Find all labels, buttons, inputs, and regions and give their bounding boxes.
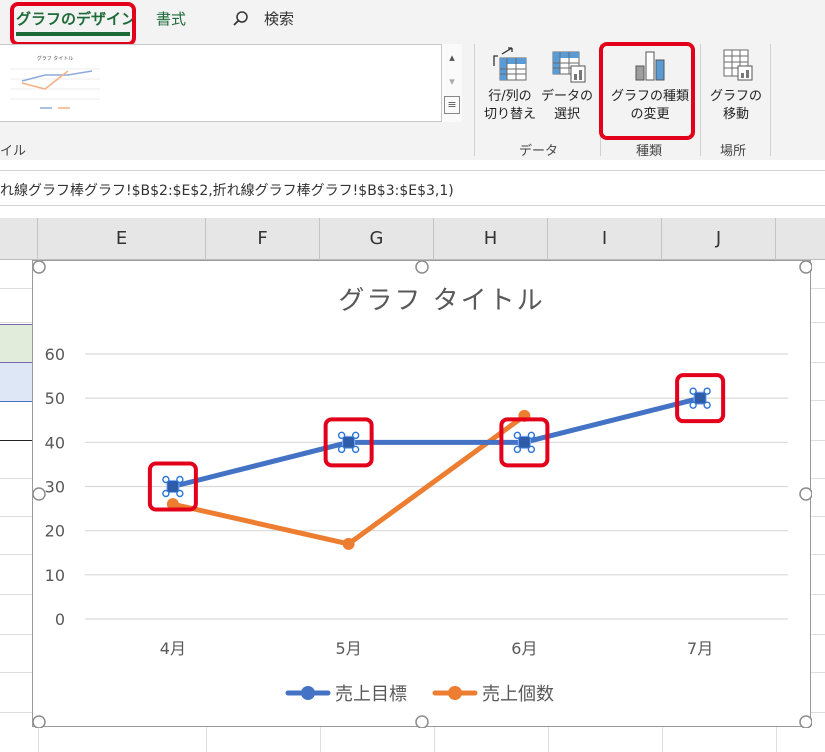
select-data-icon xyxy=(552,51,586,83)
column-header-e[interactable]: E xyxy=(38,218,206,260)
y-tick-label: 0 xyxy=(55,610,65,629)
y-tick-label: 50 xyxy=(45,389,65,408)
data-point-series-1[interactable] xyxy=(342,435,356,449)
column-header-g[interactable]: G xyxy=(320,218,434,260)
move-chart-button[interactable]: グラフの 移動 xyxy=(706,44,766,124)
group-label-data: データ xyxy=(519,144,559,159)
group-separator xyxy=(700,44,701,156)
legend-marker-series-1[interactable] xyxy=(301,686,315,700)
column-header-h[interactable]: H xyxy=(434,218,548,260)
x-tick-label: 5月 xyxy=(336,639,362,658)
selection-handle[interactable] xyxy=(337,445,346,454)
y-tick-label: 30 xyxy=(45,478,65,497)
gallery-scrollbar[interactable]: ▴ ▾ ≡ xyxy=(441,44,462,122)
ribbon: グラフのデザイン 書式 検索 グラフ タイトル ▴ ▾ ≡ イル 行/列の 切り… xyxy=(0,0,825,160)
selection-handle[interactable] xyxy=(176,489,184,498)
column-header-f[interactable]: F xyxy=(206,218,320,260)
chart-style-gallery[interactable]: グラフ タイトル xyxy=(0,44,462,122)
selection-handle[interactable] xyxy=(689,401,697,409)
line-chart[interactable]: グラフ タイトル 0 10 20 30 40 50 60 4月 5月 6月 7月売上目標 売上個数 xyxy=(32,260,812,728)
select-data-label-2: 選択 xyxy=(553,107,580,122)
group-label-location: 場所 xyxy=(720,144,747,159)
column-header-d[interactable] xyxy=(0,218,38,260)
selection-handle[interactable] xyxy=(527,445,536,454)
selection-handle[interactable] xyxy=(703,387,711,395)
gallery-more-icon[interactable]: ≡ xyxy=(444,96,460,114)
selection-handle[interactable] xyxy=(513,431,522,440)
switch-row-column-label-2: 切り替え xyxy=(483,107,536,122)
tab-search[interactable]: 検索 xyxy=(264,8,294,29)
column-header-k[interactable] xyxy=(776,218,825,260)
select-data-button[interactable]: データの 選択 xyxy=(539,44,595,124)
gallery-scroll-down-icon[interactable]: ▾ xyxy=(444,72,460,92)
selection-handle[interactable] xyxy=(351,445,360,454)
column-header-i[interactable]: I xyxy=(548,218,662,260)
selection-handle[interactable] xyxy=(162,475,170,484)
chart-resize-handle[interactable] xyxy=(33,715,46,728)
chart-resize-handle[interactable] xyxy=(799,487,812,501)
x-tick-label: 4月 xyxy=(160,639,186,658)
switch-row-column-icon xyxy=(493,47,527,81)
y-tick-label: 20 xyxy=(45,522,65,541)
tab-format[interactable]: 書式 xyxy=(156,8,186,29)
series-line-2[interactable] xyxy=(170,413,527,547)
y-tick-label: 40 xyxy=(45,433,65,452)
data-point-series-1[interactable] xyxy=(166,480,180,493)
switch-row-column-label-1: 行/列の xyxy=(488,89,532,104)
group-label-type: 種類 xyxy=(636,144,663,159)
move-chart-label-2: 移動 xyxy=(722,107,749,122)
selection-handle[interactable] xyxy=(689,387,697,395)
search-icon[interactable] xyxy=(232,10,250,32)
formula-text[interactable]: れ線グラフ棒グラフ!$B$2:$E$2,折れ線グラフ棒グラフ!$B$3:$E$3… xyxy=(0,180,454,200)
highlight-tab-design xyxy=(10,2,136,46)
chart-resize-handle[interactable] xyxy=(799,261,812,274)
selection-handle[interactable] xyxy=(703,401,711,409)
selection-handle[interactable] xyxy=(527,431,536,440)
thumbnail-title: グラフ タイトル xyxy=(37,55,74,62)
formula-bar[interactable]: れ線グラフ棒グラフ!$B$2:$E$2,折れ線グラフ棒グラフ!$B$3:$E$3… xyxy=(0,170,825,206)
legend-label-series-2[interactable]: 売上個数 xyxy=(482,684,554,705)
group-label-chart-styles: イル xyxy=(0,144,27,159)
gallery-scroll-up-icon[interactable]: ▴ xyxy=(444,48,460,68)
selection-handle[interactable] xyxy=(351,431,360,440)
table-cell[interactable] xyxy=(0,362,32,402)
chart-resize-handle[interactable] xyxy=(415,261,429,274)
selection-handle[interactable] xyxy=(162,489,170,498)
column-header-j[interactable]: J xyxy=(662,218,776,260)
highlight-change-chart-type xyxy=(599,42,695,140)
selection-handle[interactable] xyxy=(337,431,346,440)
move-chart-icon xyxy=(723,49,753,81)
legend-marker-series-2[interactable] xyxy=(448,686,462,700)
y-tick-label: 60 xyxy=(45,345,65,364)
chart-resize-handle[interactable] xyxy=(799,715,812,728)
selection-handle[interactable] xyxy=(513,445,522,454)
group-separator xyxy=(474,44,475,156)
chart-resize-handle[interactable] xyxy=(33,487,46,501)
chart-style-thumbnail[interactable]: グラフ タイトル xyxy=(0,45,440,121)
chart-canvas[interactable]: グラフ タイトル 0 10 20 30 40 50 60 4月 5月 6月 7月売上目標 売上個数 xyxy=(33,261,812,728)
group-separator xyxy=(770,44,771,156)
move-chart-label-1: グラフの xyxy=(709,89,762,104)
chart-title[interactable]: グラフ タイトル xyxy=(338,286,544,316)
data-point-series-1[interactable] xyxy=(693,391,707,405)
data-point-series-2[interactable] xyxy=(342,537,355,550)
chart-resize-handle[interactable] xyxy=(415,715,429,728)
y-tick-label: 10 xyxy=(45,566,65,585)
switch-row-column-button[interactable]: 行/列の 切り替え xyxy=(481,44,539,124)
x-tick-label: 7月 xyxy=(687,639,713,658)
chart-resize-handle[interactable] xyxy=(33,261,46,274)
column-header-bar: E F G H I J xyxy=(0,218,825,260)
legend-label-series-1[interactable]: 売上目標 xyxy=(335,684,407,705)
selection-handle[interactable] xyxy=(176,475,184,484)
x-tick-label: 6月 xyxy=(511,639,537,658)
data-point-series-1[interactable] xyxy=(517,435,531,449)
table-cell[interactable] xyxy=(0,324,32,362)
select-data-label-1: データの xyxy=(540,89,593,104)
